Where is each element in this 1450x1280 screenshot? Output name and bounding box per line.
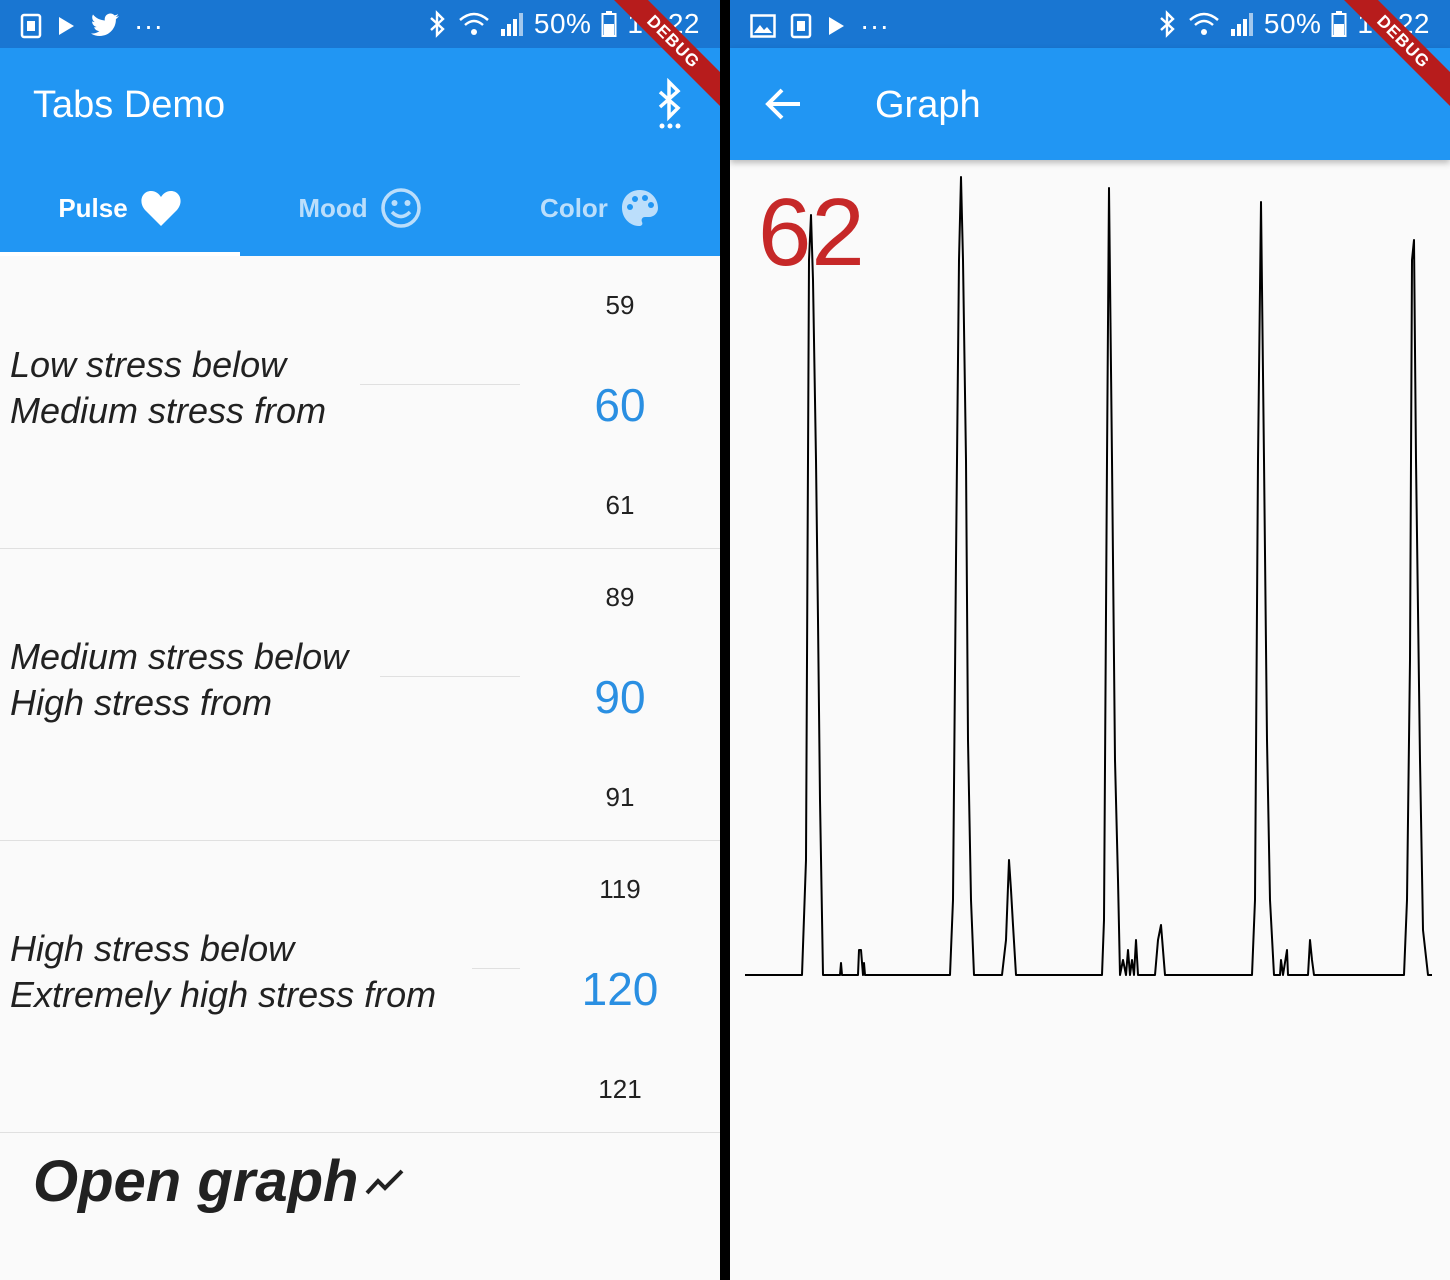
battery-percent: 50% [1263, 8, 1322, 39]
picker-previous-value[interactable]: 59 [520, 290, 720, 321]
threshold-label: Low stress below Medium stress from [10, 342, 326, 434]
threshold-label: Medium stress below High stress from [10, 634, 348, 726]
heart-rate-value: 62 [758, 179, 865, 286]
heart-icon [141, 191, 181, 226]
threshold-below-text: Low stress below [10, 344, 287, 385]
battery-icon [1331, 11, 1347, 37]
bluetooth-status-icon [1160, 10, 1175, 38]
signal-icon [500, 13, 523, 36]
threshold-from-text: Medium stress from [10, 390, 327, 431]
app-bar: Tabs Demo Pulse Mood Color [0, 48, 720, 256]
status-bar: ··· 50% 17:22 [0, 0, 720, 48]
page-title: Graph [875, 84, 981, 126]
app-notification-icon [20, 13, 42, 39]
page-title: Tabs Demo [33, 84, 226, 126]
more-notifications-icon: ··· [860, 10, 890, 41]
threshold-label: High stress below Extremely high stress … [10, 926, 436, 1018]
tabs-demo-screen: ··· 50% 17:22 Tabs Demo Pulse Mood Color… [0, 0, 720, 1280]
clock: 17:22 [627, 8, 700, 39]
wifi-icon [1189, 12, 1219, 35]
arrow-back-icon [765, 88, 800, 120]
pulse-waveform-line [745, 176, 1432, 976]
smiley-icon [380, 188, 421, 228]
bluetooth-button[interactable] [650, 78, 690, 132]
battery-icon [601, 11, 617, 37]
number-picker[interactable]: 89 90 91 [520, 548, 720, 840]
status-bar: ··· 50% 17:22 [730, 0, 1450, 48]
tab-bar: Pulse Mood Color [0, 160, 720, 256]
wifi-icon [459, 12, 489, 35]
twitter-icon [91, 13, 119, 36]
bluetooth-searching-icon [658, 78, 681, 129]
signal-icon [1230, 13, 1253, 36]
divider [360, 384, 520, 385]
tab-mood[interactable]: Mood [240, 160, 480, 256]
image-notification-icon [750, 14, 776, 38]
threshold-row-medium: Medium stress below High stress from 89 … [0, 548, 720, 841]
show-chart-icon [365, 1169, 404, 1194]
battery-percent: 50% [533, 8, 592, 39]
clock: 17:22 [1357, 8, 1430, 39]
pulse-waveform-chart [730, 160, 1450, 1280]
back-button[interactable] [764, 86, 804, 122]
tab-pulse[interactable]: Pulse [0, 160, 240, 256]
app-bar: Graph [730, 48, 1450, 160]
open-graph-label: Open graph [33, 1149, 359, 1214]
threshold-from-text: Extremely high stress from [10, 974, 437, 1015]
tab-label: Mood [298, 192, 368, 223]
picker-next-value[interactable]: 121 [520, 1074, 720, 1105]
picker-next-value[interactable]: 61 [520, 490, 720, 521]
picker-selected-value[interactable]: 90 [520, 670, 720, 724]
palette-icon [621, 190, 658, 226]
picker-selected-value[interactable]: 60 [520, 378, 720, 432]
threshold-below-text: High stress below [10, 928, 295, 969]
open-graph-button[interactable]: Open graph [33, 1148, 406, 1215]
picker-previous-value[interactable]: 119 [520, 874, 720, 905]
pulse-waveform-svg [745, 176, 1432, 976]
more-notifications-icon: ··· [134, 10, 164, 41]
play-icon [829, 17, 844, 35]
picker-selected-value[interactable]: 120 [520, 962, 720, 1016]
tab-color[interactable]: Color [480, 160, 720, 256]
number-picker[interactable]: 119 120 121 [520, 840, 720, 1132]
play-icon [59, 17, 74, 35]
picker-previous-value[interactable]: 89 [520, 582, 720, 613]
threshold-row-low: Low stress below Medium stress from 59 6… [0, 256, 720, 549]
threshold-row-high: High stress below Extremely high stress … [0, 840, 720, 1133]
divider [380, 676, 520, 677]
graph-screen: ··· 50% 17:22 Graph DEBUG 62 [730, 0, 1450, 1280]
bluetooth-status-icon [430, 10, 445, 38]
number-picker[interactable]: 59 60 61 [520, 256, 720, 548]
tab-label: Color [540, 192, 608, 223]
app-notification-icon [790, 13, 812, 39]
picker-next-value[interactable]: 91 [520, 782, 720, 813]
divider [472, 968, 520, 969]
threshold-from-text: High stress from [10, 682, 273, 723]
threshold-below-text: Medium stress below [10, 636, 349, 677]
tab-label: Pulse [58, 192, 128, 223]
